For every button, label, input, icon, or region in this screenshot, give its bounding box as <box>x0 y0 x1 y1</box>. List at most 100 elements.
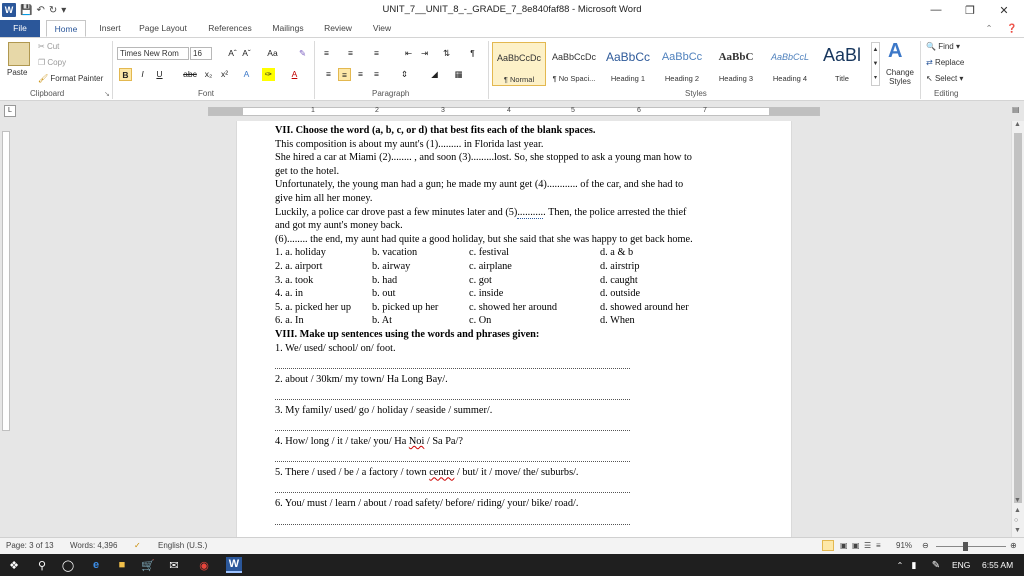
tab-selector-icon[interactable]: L <box>4 105 16 117</box>
chrome-icon[interactable]: ◉ <box>196 557 212 573</box>
tab-mailings[interactable]: Mailings <box>266 20 310 37</box>
draft-view-icon[interactable]: ≡ <box>876 541 881 550</box>
text-effects-icon[interactable]: A <box>240 68 253 81</box>
outline-view-icon[interactable]: ☰ <box>864 541 871 550</box>
borders-icon[interactable]: ▦ <box>452 68 465 81</box>
restore-button[interactable]: ❐ <box>952 0 988 20</box>
change-styles-button[interactable]: Change Styles <box>884 68 916 86</box>
change-styles-icon[interactable]: A <box>888 40 902 63</box>
answer-line[interactable] <box>275 480 630 494</box>
spelling-error[interactable]: Noi <box>409 436 424 447</box>
highlight-icon[interactable]: ✑ <box>262 68 275 81</box>
page-count[interactable]: Page: 3 of 13 <box>6 541 54 550</box>
shading-icon[interactable]: ◢ <box>428 68 441 81</box>
paste-icon[interactable] <box>8 42 30 66</box>
answer-line[interactable] <box>275 449 630 463</box>
language-indicator[interactable]: English (U.S.) <box>158 541 207 550</box>
print-layout-view-icon[interactable] <box>822 540 834 551</box>
subscript-button[interactable]: x₂ <box>202 68 215 81</box>
zoom-out-icon[interactable]: ⊖ <box>922 541 929 550</box>
scroll-down-icon[interactable]: ▼ <box>1014 497 1021 504</box>
minimize-button[interactable]: — <box>918 0 954 20</box>
shrink-font-icon[interactable]: Aˇ <box>240 47 253 60</box>
align-left-icon[interactable]: ≡ <box>322 68 335 81</box>
horizontal-ruler[interactable]: 1 2 3 4 5 6 7 <box>208 107 820 116</box>
font-color-icon[interactable]: A <box>288 68 301 81</box>
decrease-indent-icon[interactable]: ⇤ <box>402 47 415 60</box>
tab-review[interactable]: Review <box>318 20 358 37</box>
spelling-error[interactable]: centre <box>429 467 454 478</box>
sort-icon[interactable]: ⇅ <box>440 47 453 60</box>
style-heading-3[interactable]: AaBbC Heading 3 <box>709 42 763 86</box>
input-language[interactable]: ENG <box>952 560 970 570</box>
style-title[interactable]: AaBl Title <box>815 42 869 86</box>
view-ruler-icon[interactable]: ▤ <box>1012 105 1022 117</box>
file-explorer-icon[interactable]: ■ <box>114 557 130 573</box>
font-name-combo[interactable]: Times New Rom <box>117 47 189 60</box>
find-button[interactable]: 🔍 Find ▾ <box>926 42 960 51</box>
web-layout-view-icon[interactable]: ▣ <box>852 541 860 550</box>
select-button[interactable]: ↖ Select ▾ <box>926 74 963 83</box>
zoom-slider-thumb[interactable] <box>963 542 968 551</box>
zoom-level[interactable]: 91% <box>896 541 912 550</box>
cut-button[interactable]: ✂ Cut <box>38 42 59 51</box>
answer-line[interactable] <box>275 417 630 432</box>
zoom-in-icon[interactable]: ⊕ <box>1010 541 1017 550</box>
store-icon[interactable]: 🛒 <box>140 557 156 573</box>
battery-icon[interactable]: ▮ <box>906 557 922 573</box>
show-formatting-icon[interactable]: ¶ <box>466 47 479 60</box>
style-no-spacing[interactable]: AaBbCcDc ¶ No Spaci... <box>547 42 601 86</box>
clipboard-launcher-icon[interactable]: ↘ <box>104 90 110 98</box>
line-spacing-icon[interactable]: ⇕ <box>398 68 411 81</box>
bullets-icon[interactable]: ≡ <box>320 47 333 60</box>
clock[interactable]: 6:55 AM <box>982 560 1013 570</box>
replace-button[interactable]: ⇄ Replace <box>926 58 964 67</box>
tab-home[interactable]: Home <box>46 20 86 37</box>
full-screen-view-icon[interactable]: ▣ <box>840 541 848 550</box>
underline-button[interactable]: U <box>153 68 166 81</box>
scroll-up-icon[interactable]: ▲ <box>1014 121 1021 128</box>
tab-page-layout[interactable]: Page Layout <box>134 20 192 37</box>
grow-font-icon[interactable]: Aˆ <box>226 47 239 60</box>
tab-view[interactable]: View <box>366 20 398 37</box>
scrollbar-thumb[interactable] <box>1014 133 1022 503</box>
multilevel-list-icon[interactable]: ≡ <box>370 47 383 60</box>
word-count[interactable]: Words: 4,396 <box>70 541 117 550</box>
answer-line[interactable] <box>275 511 630 525</box>
zoom-slider[interactable] <box>936 546 1006 547</box>
vertical-scrollbar[interactable]: ▲ ▼ ▲ ○ ▼ <box>1011 121 1024 537</box>
page-content[interactable]: VII. Choose the word (a, b, c, or d) tha… <box>275 124 760 525</box>
strikethrough-button[interactable]: abc <box>180 68 200 81</box>
numbering-icon[interactable]: ≡ <box>344 47 357 60</box>
style-normal[interactable]: AaBbCcDc ¶ Normal <box>492 42 546 86</box>
italic-button[interactable]: I <box>136 68 149 81</box>
browse-object-icon[interactable]: ○ <box>1014 517 1018 524</box>
bold-button[interactable]: B <box>119 68 132 81</box>
search-icon[interactable]: ⚲ <box>34 557 50 573</box>
justify-icon[interactable]: ≡ <box>370 68 383 81</box>
document-page[interactable]: VII. Choose the word (a, b, c, or d) tha… <box>237 121 791 537</box>
style-heading-4[interactable]: AaBbCcL Heading 4 <box>763 42 817 86</box>
tab-insert[interactable]: Insert <box>92 20 128 37</box>
answer-line[interactable] <box>275 355 630 369</box>
tab-references[interactable]: References <box>202 20 258 37</box>
change-case-icon[interactable]: Aa <box>266 47 279 60</box>
windows-start-icon[interactable]: ❖ <box>6 557 22 573</box>
tab-file[interactable]: File <box>0 20 40 37</box>
task-view-icon[interactable]: ◯ <box>60 557 76 573</box>
mail-icon[interactable]: ✉ <box>166 557 182 573</box>
previous-page-icon[interactable]: ▲ <box>1014 507 1021 514</box>
answer-line[interactable] <box>275 386 630 400</box>
styles-gallery-scroll[interactable]: ▲ ▼ ▾ <box>871 42 880 86</box>
proofing-icon[interactable]: ✓ <box>134 541 141 550</box>
close-button[interactable]: ✕ <box>986 0 1022 20</box>
word-taskbar-icon[interactable]: W <box>226 557 242 573</box>
copy-button[interactable]: ❐ Copy <box>38 58 66 67</box>
format-painter-button[interactable]: 🖌 Format Painter <box>38 74 103 83</box>
paste-button[interactable]: Paste <box>7 68 27 77</box>
superscript-button[interactable]: x² <box>218 68 231 81</box>
vertical-ruler[interactable] <box>2 131 10 431</box>
font-size-combo[interactable]: 16 <box>190 47 212 60</box>
next-page-icon[interactable]: ▼ <box>1014 527 1021 534</box>
style-heading-2[interactable]: AaBbCc Heading 2 <box>655 42 709 86</box>
